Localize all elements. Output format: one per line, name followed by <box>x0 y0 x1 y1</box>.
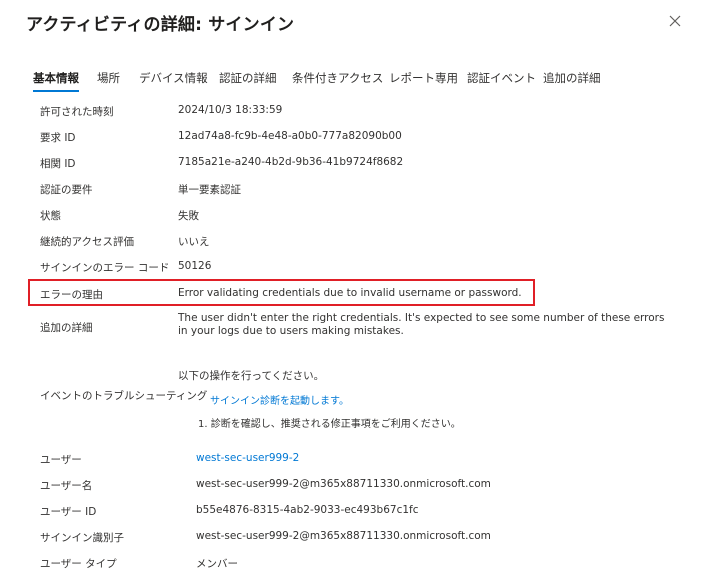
detail-label: エラーの理由 <box>40 289 103 301</box>
detail-label: ユーザー ID <box>40 506 97 518</box>
detail-label: ユーザー タイプ <box>40 558 117 570</box>
detail-value: Error validating credentials due to inva… <box>178 287 522 299</box>
detail-label: 相関 ID <box>40 158 76 170</box>
tab-conditional-access[interactable]: 条件付きアクセス <box>292 70 383 86</box>
detail-label: イベントのトラブルシューティング <box>40 390 208 402</box>
detail-value: 2024/10/3 18:33:59 <box>178 104 283 116</box>
detail-label: ユーザー <box>40 454 82 466</box>
close-icon[interactable] <box>668 14 682 28</box>
tab-device-info[interactable]: デバイス情報 <box>139 70 208 86</box>
detail-label: 状態 <box>40 210 61 222</box>
detail-value: 単一要素認証 <box>178 184 241 196</box>
user-link[interactable]: west-sec-user999-2 <box>196 452 299 464</box>
tab-auth-events[interactable]: 認証イベント <box>467 70 536 86</box>
page-title: アクティビティの詳細: サインイン <box>26 15 295 35</box>
additional-line: in your logs due to users making mistake… <box>178 325 404 337</box>
detail-label: 追加の詳細 <box>40 322 93 334</box>
detail-label: サインイン識別子 <box>40 532 124 544</box>
additional-line: The user didn't enter the right credenti… <box>178 312 665 324</box>
detail-value: west-sec-user999-2@m365x88711330.onmicro… <box>196 530 491 542</box>
detail-value: west-sec-user999-2@m365x88711330.onmicro… <box>196 478 491 490</box>
detail-value: メンバー <box>196 558 238 570</box>
troubleshoot-step: 1. 診断を確認し、推奨される修正事項をご利用ください。 <box>198 419 461 430</box>
detail-value: 12ad74a8-fc9b-4e48-a0b0-777a82090b00 <box>178 130 402 142</box>
detail-value: 失敗 <box>178 210 199 222</box>
detail-label: 継続的アクセス評価 <box>40 236 134 248</box>
detail-value: いいえ <box>178 236 210 248</box>
launch-signin-diagnostic-link[interactable]: サインイン診断を起動します。 <box>210 392 349 407</box>
additional-details-text: The user didn't enter the right credenti… <box>178 312 678 338</box>
tab-auth-details[interactable]: 認証の詳細 <box>219 70 277 86</box>
troubleshoot-intro: 以下の操作を行ってください。 <box>178 370 325 382</box>
detail-label: ユーザー名 <box>40 480 93 492</box>
detail-label: 要求 ID <box>40 132 76 144</box>
tab-location[interactable]: 場所 <box>97 70 120 86</box>
detail-value: 50126 <box>178 260 212 272</box>
detail-value: 7185a21e-a240-4b2d-9b36-41b9724f8682 <box>178 156 404 168</box>
tab-report-only[interactable]: レポート専用 <box>389 70 458 86</box>
tab-additional-details[interactable]: 追加の詳細 <box>543 70 601 86</box>
detail-label: 許可された時刻 <box>40 106 114 118</box>
detail-value: b55e4876-8315-4ab2-9033-ec493b67c1fc <box>196 504 419 516</box>
detail-label: 認証の要件 <box>40 184 93 196</box>
tab-basic-info[interactable]: 基本情報 <box>33 70 79 92</box>
detail-label: サインインのエラー コード <box>40 262 170 274</box>
